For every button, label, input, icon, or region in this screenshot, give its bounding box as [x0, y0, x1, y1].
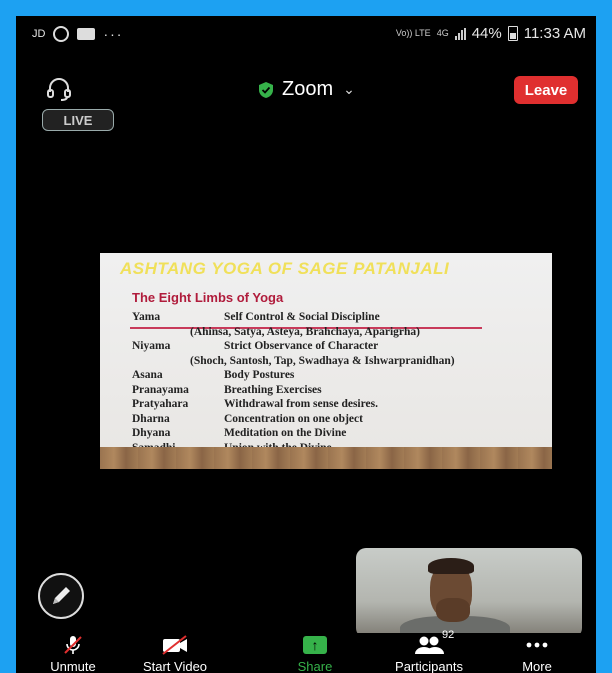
unmute-label: Unmute [50, 659, 96, 673]
slide-row: Dhyana Meditation on the Divine [132, 427, 347, 439]
volte-indicator: Vo)) LTE [395, 28, 431, 38]
participants-icon [415, 636, 444, 654]
slide-row: Pratyahara Withdrawal from sense desires. [132, 398, 378, 410]
slide-limbs-list: Yama Self Control & Social Discipline (Ah… [132, 311, 542, 456]
pencil-icon [53, 587, 70, 604]
video-person-hair [428, 558, 474, 574]
slide-row: (Ahinsa, Satya, Asteya, Brahchaya, Apari… [190, 325, 421, 338]
zoom-meeting-screen: JD ··· Vo)) LTE 4G 44% 11:33 AM Zoom ⌄ L… [16, 16, 596, 673]
self-video-tile[interactable] [356, 548, 582, 638]
more-label: More [522, 659, 552, 673]
slide-row: Dharna Concentration on one object [132, 412, 363, 425]
carrier-label: JD [32, 28, 46, 40]
meeting-toolbar: Unmute Start Video ↑ Share 92 Participan… [16, 629, 596, 673]
chevron-down-icon: ⌄ [343, 81, 355, 97]
status-bar: JD ··· Vo)) LTE 4G 44% 11:33 AM [16, 16, 596, 54]
meeting-top-bar: Zoom ⌄ Leave [16, 72, 596, 108]
video-person-hands [436, 598, 470, 622]
battery-icon [507, 26, 518, 41]
whatsapp-icon [53, 26, 70, 42]
slide-row: (Shoch, Santosh, Tap, Swadhaya & Ishwarp… [190, 354, 455, 367]
meeting-title[interactable]: Zoom ⌄ [258, 78, 355, 101]
shield-check-icon [259, 81, 273, 98]
slide-wood-floor [100, 447, 552, 469]
clock: 11:33 AM [523, 25, 586, 42]
unmute-button[interactable]: Unmute [28, 633, 118, 673]
signal-icon [454, 27, 466, 40]
network-indicator: 4G [436, 28, 449, 38]
start-video-label: Start Video [142, 659, 208, 673]
slide-row: Yama Self Control & Social Discipline [132, 311, 380, 323]
more-button[interactable]: More [492, 633, 582, 673]
share-arrow-icon: ↑ [303, 636, 327, 654]
muted-microphone-icon [64, 636, 82, 654]
meeting-title-label: Zoom [282, 78, 334, 100]
annotate-button[interactable] [38, 573, 84, 619]
slide-subtitle: The Eight Limbs of Yoga [132, 290, 284, 305]
live-badge: LIVE [42, 109, 114, 131]
share-button[interactable]: ↑ Share [270, 633, 360, 673]
start-video-button[interactable]: Start Video [130, 633, 220, 673]
slide-row: Asana Body Postures [132, 369, 295, 381]
participants-label: Participants [395, 659, 463, 673]
participants-button[interactable]: 92 Participants [384, 629, 474, 673]
video-off-icon [162, 635, 187, 655]
share-label: Share [297, 659, 333, 673]
notification-overflow: ··· [103, 26, 124, 42]
more-dots-icon [526, 642, 548, 648]
slide-title: ASHTANG YOGA OF SAGE PATANJALI [100, 255, 552, 281]
slide-row: Pranayama Breathing Exercises [132, 383, 322, 396]
message-icon [77, 28, 96, 40]
participants-count: 92 [442, 629, 455, 641]
battery-percent: 44% [471, 25, 502, 42]
audio-headset-icon[interactable] [46, 76, 72, 102]
leave-button[interactable]: Leave [514, 76, 578, 104]
shared-slide: ASHTANG YOGA OF SAGE PATANJALI The Eight… [100, 253, 552, 469]
slide-row: Niyama Strict Observance of Character [132, 340, 379, 352]
